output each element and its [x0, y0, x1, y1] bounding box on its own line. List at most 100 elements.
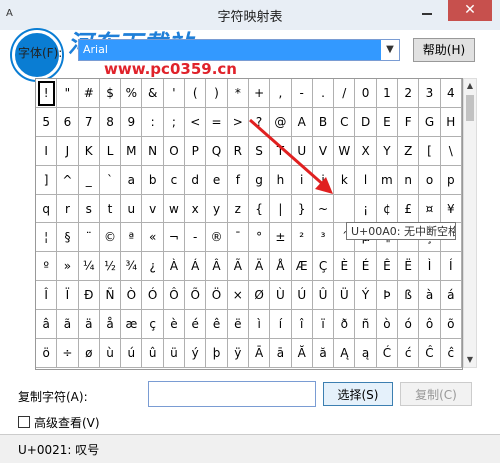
char-cell[interactable]: : [142, 107, 164, 137]
char-cell[interactable]: Ó [142, 281, 164, 311]
char-cell[interactable]: U [291, 136, 313, 166]
char-cell[interactable]: _ [78, 165, 100, 195]
char-cell[interactable]: . [312, 79, 335, 108]
char-cell[interactable]: è [163, 310, 186, 340]
char-cell[interactable]: Î [36, 281, 58, 311]
char-cell[interactable]: B [312, 107, 335, 137]
char-cell[interactable]: J [57, 136, 79, 166]
char-cell[interactable]: , [270, 79, 292, 108]
scroll-up-icon[interactable]: ▲ [464, 79, 476, 93]
char-cell[interactable]: Ð [78, 281, 100, 311]
char-cell[interactable]: Ą [334, 339, 356, 368]
char-cell[interactable]: 7 [78, 107, 100, 137]
char-cell[interactable]: » [57, 252, 79, 282]
grid-scrollbar[interactable]: ▲ ▼ [463, 78, 477, 368]
char-cell[interactable]: O [163, 136, 186, 166]
char-cell[interactable]: ` [99, 165, 122, 195]
char-cell[interactable]: Ù [270, 281, 292, 311]
char-cell[interactable]: Q [206, 136, 228, 166]
char-cell[interactable]: ð [334, 310, 356, 340]
char-cell[interactable]: ; [163, 107, 186, 137]
char-cell[interactable]: F [398, 107, 420, 137]
char-cell[interactable]: ² [291, 223, 313, 253]
char-cell[interactable]: A [291, 107, 313, 137]
char-cell[interactable]: ½ [99, 252, 122, 282]
scroll-thumb[interactable] [466, 95, 474, 121]
char-cell[interactable]: ® [206, 223, 228, 253]
char-cell[interactable]: } [291, 194, 313, 224]
char-cell[interactable]: H [440, 107, 462, 137]
char-cell[interactable]: S [248, 136, 271, 166]
char-cell[interactable]: È [334, 252, 356, 282]
char-cell[interactable]: þ [206, 339, 228, 368]
char-cell[interactable]: < [185, 107, 207, 137]
char-cell[interactable]: § [57, 223, 79, 253]
select-button[interactable]: 选择(S) [323, 382, 393, 406]
char-cell[interactable]: ( [185, 79, 207, 108]
char-cell[interactable]: p [440, 165, 462, 195]
char-cell[interactable]: - [185, 223, 207, 253]
char-cell[interactable]: ù [99, 339, 122, 368]
char-cell[interactable]: d [185, 165, 207, 195]
char-cell[interactable]: 1 [376, 79, 399, 108]
char-cell[interactable]: r [57, 194, 79, 224]
char-cell[interactable]: ö [36, 339, 58, 368]
char-cell[interactable]: Ë [398, 252, 420, 282]
char-cell[interactable]: Ć [376, 339, 399, 368]
char-cell[interactable]: g [248, 165, 271, 195]
char-cell[interactable]: l [355, 165, 377, 195]
char-cell[interactable]: f [227, 165, 249, 195]
chevron-down-icon[interactable]: ▼ [381, 40, 399, 60]
char-cell[interactable]: h [270, 165, 292, 195]
char-cell[interactable]: Ò [121, 281, 143, 311]
char-cell[interactable]: { [248, 194, 271, 224]
char-cell[interactable]: Ĉ [419, 339, 441, 368]
char-cell[interactable]: * [227, 79, 249, 108]
char-cell[interactable]: 9 [121, 107, 143, 137]
char-cell[interactable]: ê [206, 310, 228, 340]
char-cell[interactable]: K [78, 136, 100, 166]
char-cell[interactable]: É [355, 252, 377, 282]
char-cell[interactable]: t [99, 194, 122, 224]
close-button[interactable]: ✕ [448, 0, 492, 21]
char-cell[interactable]: & [142, 79, 164, 108]
char-cell[interactable]: ý [185, 339, 207, 368]
char-cell[interactable]: k [334, 165, 356, 195]
char-cell[interactable]: - [291, 79, 313, 108]
char-cell[interactable]: > [227, 107, 249, 137]
char-cell[interactable]: 8 [99, 107, 122, 137]
char-cell[interactable]: ± [270, 223, 292, 253]
char-cell[interactable]: V [312, 136, 335, 166]
char-cell[interactable]: o [419, 165, 441, 195]
char-cell[interactable]: s [78, 194, 100, 224]
char-cell[interactable]: = [206, 107, 228, 137]
char-cell[interactable]: ~ [312, 194, 335, 224]
char-cell[interactable]: z [227, 194, 249, 224]
char-cell[interactable]: ò [376, 310, 399, 340]
scroll-down-icon[interactable]: ▼ [464, 353, 476, 367]
char-cell[interactable]: × [227, 281, 249, 311]
char-cell[interactable]: Z [398, 136, 420, 166]
char-cell[interactable]: ú [121, 339, 143, 368]
char-cell[interactable]: i [291, 165, 313, 195]
char-cell[interactable]: Ü [334, 281, 356, 311]
char-cell[interactable]: á [440, 281, 462, 311]
char-cell[interactable]: M [121, 136, 143, 166]
char-cell[interactable]: ā [270, 339, 292, 368]
char-cell[interactable]: I [36, 136, 58, 166]
char-cell[interactable]: ' [163, 79, 186, 108]
char-cell[interactable]: @ [270, 107, 292, 137]
char-cell[interactable]: q [36, 194, 58, 224]
char-cell[interactable]: \ [440, 136, 462, 166]
char-cell[interactable]: " [57, 79, 79, 108]
char-cell[interactable]: À [163, 252, 186, 282]
char-cell[interactable]: Ø [248, 281, 271, 311]
char-cell[interactable]: u [121, 194, 143, 224]
char-cell[interactable]: Ã [227, 252, 249, 282]
char-cell[interactable]: £ [398, 194, 420, 224]
char-cell[interactable]: ¼ [78, 252, 100, 282]
char-cell[interactable]: í [270, 310, 292, 340]
font-select[interactable]: Arial ▼ [78, 39, 400, 61]
char-cell[interactable]: ¯ [227, 223, 249, 253]
char-cell[interactable]: w [163, 194, 186, 224]
